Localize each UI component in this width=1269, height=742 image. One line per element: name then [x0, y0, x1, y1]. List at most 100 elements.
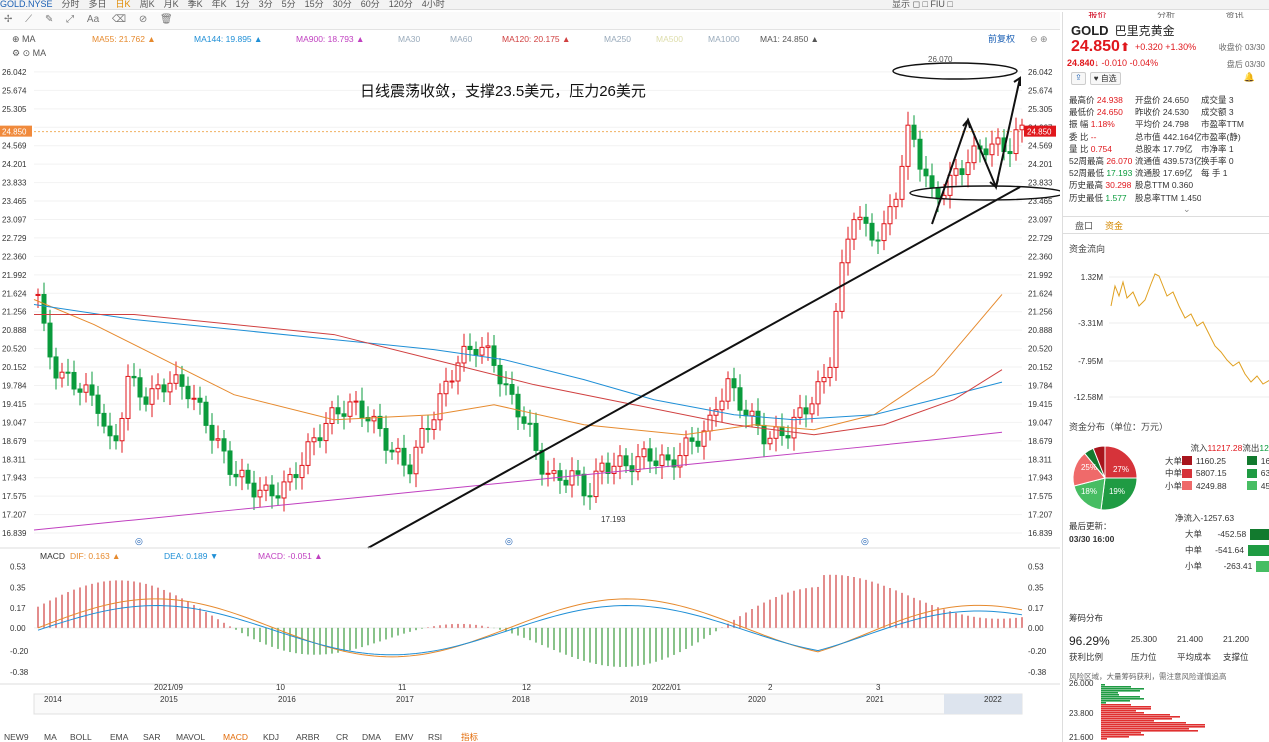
lock-tool-icon[interactable]: ⊘ — [139, 14, 147, 25]
period-tab[interactable]: 分时 — [62, 0, 80, 9]
indicator-tab[interactable]: BOLL — [70, 732, 92, 742]
candle-body — [833, 310, 839, 368]
indicator-tab[interactable]: EMA — [110, 732, 129, 742]
candle-body — [881, 223, 887, 242]
ma-legend-item[interactable]: MA1: 24.850 ▲ — [760, 34, 819, 44]
price-tick-left: 19.415 — [2, 400, 27, 409]
period-tab[interactable]: 4小时 — [422, 0, 445, 9]
indicator-tab[interactable]: DMA — [362, 732, 381, 742]
candle-body — [437, 393, 443, 421]
chip-bar — [1101, 692, 1118, 694]
side-tab[interactable]: 报价 — [1088, 12, 1106, 18]
indicator-tab[interactable]: NEW9 — [4, 732, 29, 742]
period-tab[interactable]: 5分 — [282, 0, 296, 9]
detail-tab[interactable]: 资金 — [1105, 219, 1123, 232]
indicator-tab[interactable]: MAVOL — [176, 732, 205, 742]
indicator-tab[interactable]: SAR — [143, 732, 160, 742]
alert-bell-icon[interactable]: 🔔 — [1244, 72, 1255, 83]
candle-body — [461, 345, 467, 364]
side-tab[interactable]: 资讯 — [1226, 12, 1244, 18]
period-tab[interactable]: 周K — [140, 0, 155, 9]
indicator-tab[interactable]: MACD — [223, 732, 248, 742]
kline-chart-area[interactable]: ⊕ MA MA55: 21.762 ▲ MA144: 19.895 ▲ MA900: … — [0, 30, 1065, 742]
crosshair-tool-icon[interactable]: ✢ — [4, 14, 12, 25]
period-tab[interactable]: 多日 — [89, 0, 107, 9]
stats-value: 439.573亿 — [1160, 156, 1201, 167]
price-tick-left: 21.624 — [2, 289, 27, 298]
candle-body — [557, 470, 563, 481]
period-tab[interactable]: 1分 — [236, 0, 250, 9]
chip-tick: 23.800 — [1069, 709, 1094, 718]
event-marker-icon[interactable]: ◎ — [135, 536, 143, 546]
indicator-tab[interactable]: RSI — [428, 732, 442, 742]
indicator-tab[interactable]: MA — [44, 732, 57, 742]
chip-bar — [1101, 714, 1170, 716]
candle-body — [515, 393, 521, 418]
indicator-tab[interactable]: KDJ — [263, 732, 279, 742]
price-tick-left: 25.674 — [2, 86, 27, 95]
price-value: 24.850 — [1071, 38, 1120, 55]
ma-legend-item[interactable]: MA120: 20.175 ▲ — [502, 34, 570, 44]
restore-button[interactable]: 前复权 — [988, 33, 1015, 44]
period-tab[interactable]: 年K — [212, 0, 227, 9]
period-tab[interactable]: 30分 — [333, 0, 352, 9]
stats-cell: 市盈率(静) — [1201, 131, 1267, 143]
period-tab[interactable]: 季K — [188, 0, 203, 9]
ma-legend-item[interactable]: MA30 — [398, 34, 420, 44]
indicator-tab[interactable]: ARBR — [296, 732, 320, 742]
kline-svg[interactable]: ⊕ MA MA55: 21.762 ▲ MA144: 19.895 ▲ MA900: … — [0, 30, 1065, 742]
stats-cell: 委 比 -- — [1069, 131, 1135, 143]
symbol-label[interactable]: GOLD.NYSE — [0, 0, 53, 9]
eraser-tool-icon[interactable]: ⌫ — [112, 14, 126, 25]
pencil-tool-icon[interactable]: ✎ — [45, 14, 53, 25]
delete-tool-icon[interactable]: 🗑 — [160, 14, 173, 25]
event-marker-icon[interactable]: ◎ — [861, 536, 869, 546]
year-tick: 2018 — [512, 695, 530, 704]
ray-tool-icon[interactable]: ⤢ — [66, 14, 74, 25]
ma-legend-item[interactable]: MA55: 21.762 ▲ — [92, 34, 156, 44]
stats-label: 平均价 — [1135, 119, 1161, 130]
chart-settings-icon[interactable]: ⊖ ⊕ — [1030, 34, 1048, 44]
detail-tab[interactable]: 盘口 — [1075, 219, 1093, 232]
period-tab[interactable]: 15分 — [305, 0, 324, 9]
collapse-chevron-icon[interactable]: ⌄ — [1183, 204, 1191, 215]
period-tab[interactable]: 日K — [116, 0, 131, 9]
ma-legend-item[interactable]: MA500 — [656, 34, 683, 44]
price-tick-left: 18.311 — [2, 455, 26, 464]
indicator-tab[interactable]: CR — [336, 732, 348, 742]
fund-flow-chart: 1.32M-3.31M-7.95M-12.58M09:3010:3011:301… — [1074, 273, 1269, 402]
candle-body — [503, 383, 509, 386]
period-tab[interactable]: 60分 — [361, 0, 380, 9]
ma-legend-item[interactable]: MA60 — [450, 34, 472, 44]
period-tab[interactable]: 120分 — [389, 0, 413, 9]
ma-legend-item[interactable]: MA250 — [604, 34, 631, 44]
candle-body — [629, 465, 635, 473]
net-label: 净流入 — [1175, 513, 1201, 523]
candle-body — [587, 495, 593, 498]
candle-body — [161, 384, 167, 393]
period-tab[interactable]: 3分 — [259, 0, 273, 9]
candle-body — [869, 222, 875, 241]
candle-body — [545, 472, 551, 475]
ma-legend-title[interactable]: ⊕ MA — [12, 34, 36, 44]
event-marker-icon[interactable]: ◎ — [505, 536, 513, 546]
period-tab[interactable]: 月K — [164, 0, 179, 9]
text-tool-icon[interactable]: Aa — [87, 14, 99, 25]
share-icon[interactable]: ⇪ — [1071, 72, 1086, 85]
price-tick-right: 18.679 — [1028, 437, 1053, 446]
stats-value: 17.69亿 — [1160, 168, 1193, 179]
ma-legend-item[interactable]: MA1000 — [708, 34, 740, 44]
chip-bar — [1101, 722, 1186, 724]
price-tick-left: 24.569 — [2, 142, 27, 151]
ma-legend-item[interactable]: MA144: 19.895 ▲ — [194, 34, 262, 44]
candle-body — [329, 407, 335, 424]
watchlist-button[interactable]: ♥ 自选 — [1089, 72, 1121, 85]
ma-legend-item[interactable]: MA900: 18.793 ▲ — [296, 34, 364, 44]
up-arrow-icon: ⬆ — [1119, 40, 1130, 54]
candle-body — [311, 437, 317, 443]
side-tab[interactable]: 分析 — [1157, 12, 1175, 18]
range-window[interactable] — [944, 694, 1022, 714]
line-tool-icon[interactable]: ⟋ — [25, 14, 32, 25]
indicator-tab[interactable]: 指标 — [461, 732, 479, 742]
indicator-tab[interactable]: EMV — [395, 732, 414, 742]
